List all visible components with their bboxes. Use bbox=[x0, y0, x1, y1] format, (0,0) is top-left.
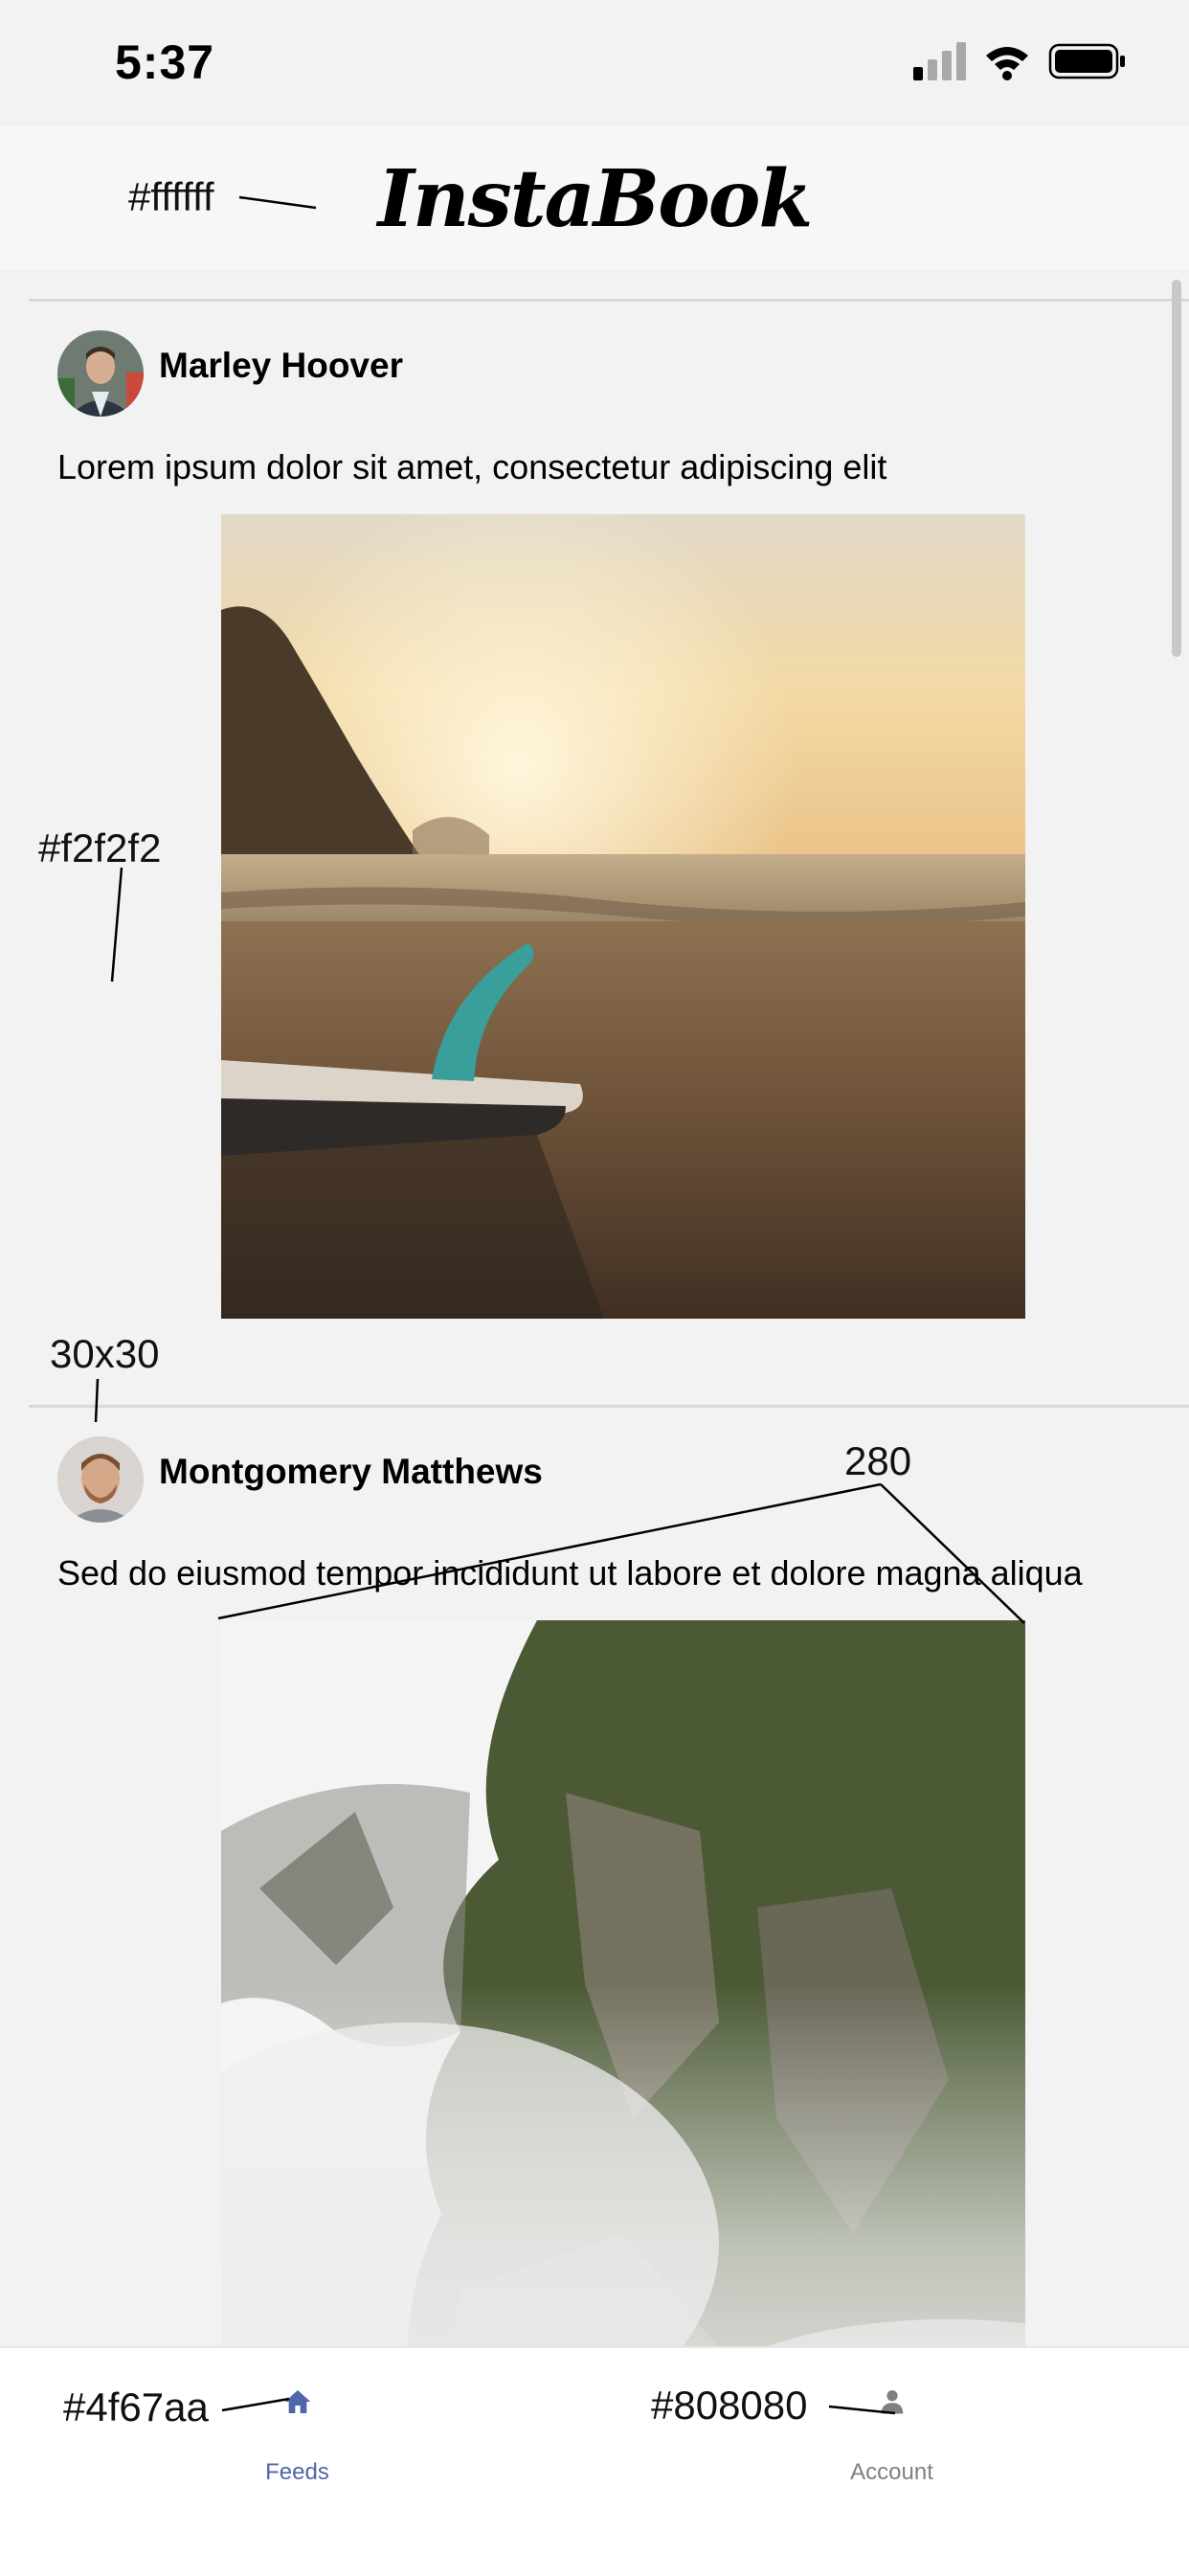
post-author[interactable]: Marley Hoover bbox=[159, 346, 403, 386]
annotation-inactive-color: #808080 bbox=[651, 2383, 808, 2428]
post-caption: Lorem ipsum dolor sit amet, consectetur … bbox=[57, 447, 887, 486]
annotation-feed-color: #f2f2f2 bbox=[38, 825, 162, 870]
annotation-avatar-size: 30x30 bbox=[50, 1331, 160, 1376]
status-time: 5:37 bbox=[115, 35, 215, 89]
bottom-tab-bar: Feeds Account bbox=[0, 2346, 1189, 2576]
annotation-header-color: #ffffff bbox=[128, 174, 214, 219]
cellular-signal-icon bbox=[913, 42, 966, 80]
battery-icon bbox=[1048, 43, 1125, 79]
post-divider bbox=[29, 1405, 1189, 1408]
annotation-active-color: #4f67aa bbox=[63, 2384, 209, 2429]
tab-label: Feeds bbox=[265, 2459, 329, 2485]
post-divider bbox=[29, 299, 1189, 302]
post-image[interactable] bbox=[221, 1620, 1025, 2346]
annotation-image-size: 280 bbox=[844, 1438, 912, 1483]
post-caption: Sed do eiusmod tempor incididunt ut labo… bbox=[57, 1553, 1083, 1593]
status-bar: 5:37 bbox=[0, 0, 1189, 126]
wifi-icon bbox=[986, 47, 1028, 80]
post-image[interactable] bbox=[221, 514, 1025, 1319]
post-author[interactable]: Montgomery Matthews bbox=[159, 1452, 543, 1492]
tab-label: Account bbox=[850, 2459, 933, 2485]
feed-list[interactable]: Marley Hoover Lorem ipsum dolor sit amet… bbox=[0, 270, 1189, 2346]
avatar[interactable] bbox=[57, 1436, 144, 1523]
avatar[interactable] bbox=[57, 330, 144, 417]
status-icons bbox=[913, 40, 1128, 87]
tab-feeds[interactable]: Feeds bbox=[0, 2348, 594, 2576]
scrollbar[interactable] bbox=[1172, 280, 1181, 657]
